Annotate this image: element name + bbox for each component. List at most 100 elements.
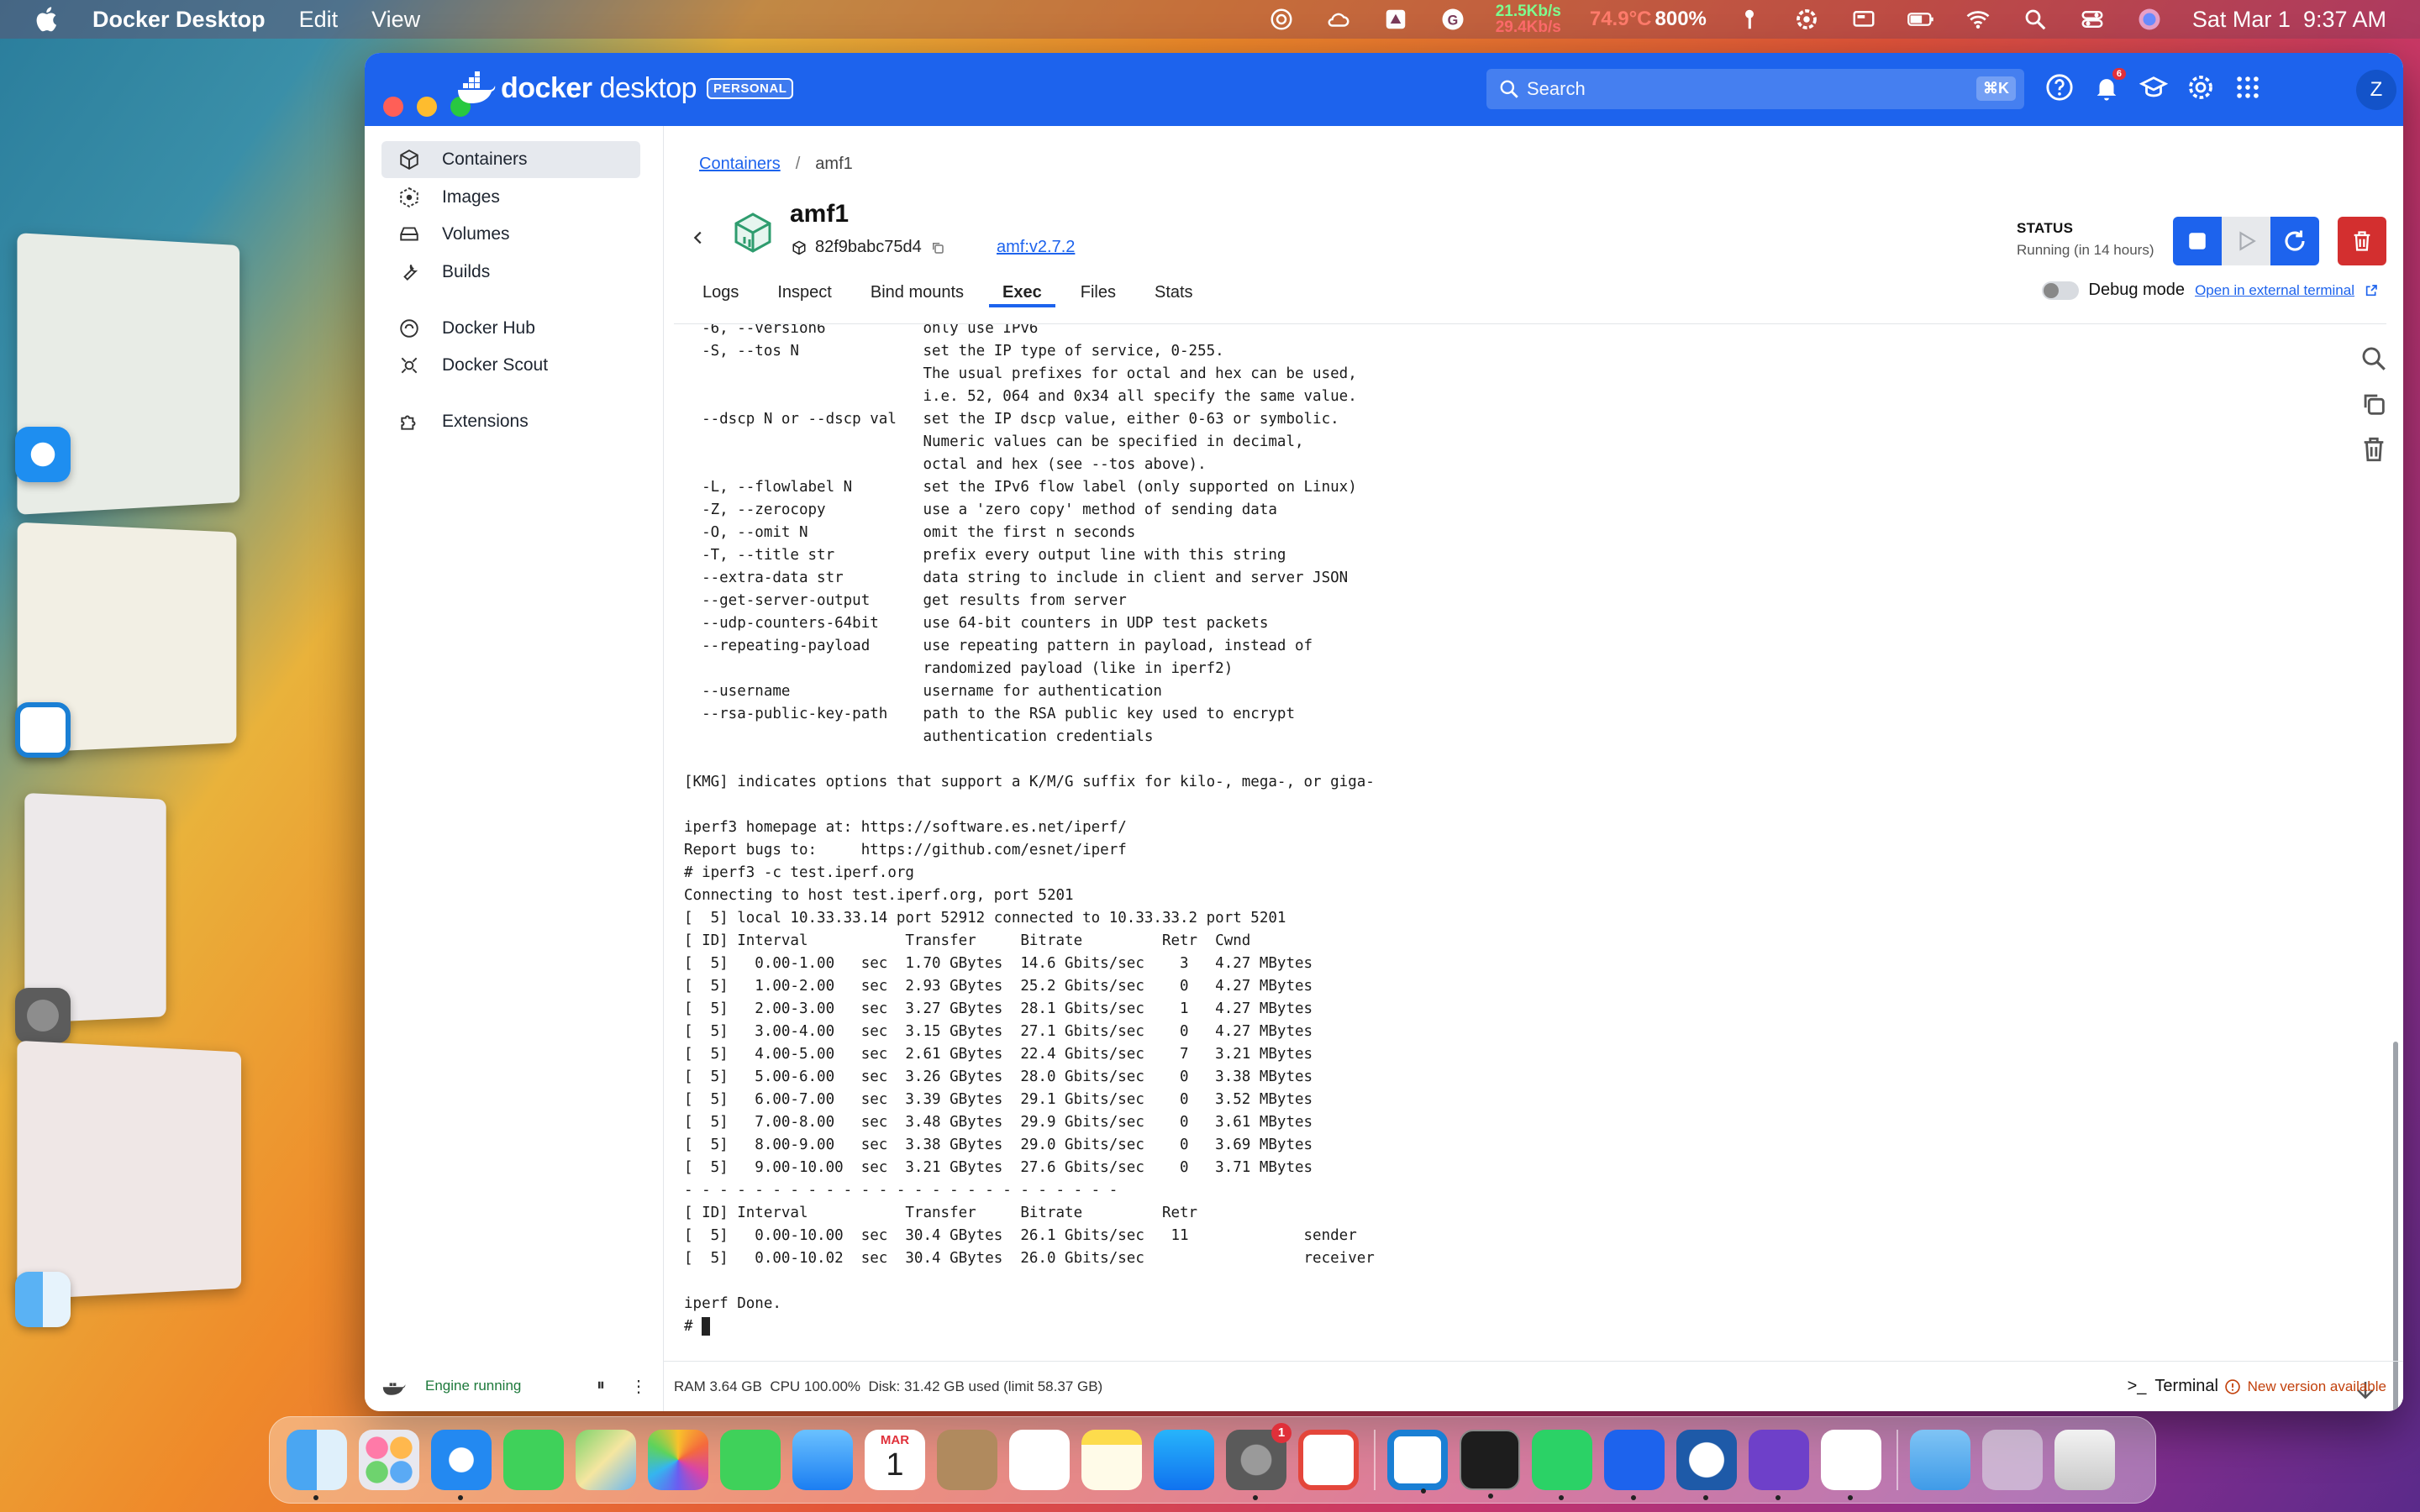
finder-icon[interactable]: [287, 1430, 347, 1490]
control-center-icon[interactable]: [2078, 7, 2107, 32]
terminal-button[interactable]: >_ Terminal: [2128, 1377, 2218, 1396]
terminal-line: octal and hex (see --tos above).: [684, 456, 1207, 473]
github-desktop-icon[interactable]: [1749, 1430, 1809, 1490]
stage-thumbnail-finder[interactable]: [17, 1041, 241, 1300]
clear-terminal-icon[interactable]: [2360, 435, 2388, 464]
back-chevron-icon[interactable]: [689, 228, 708, 247]
search-shortcut: ⌘K: [1976, 76, 2016, 101]
docker-dock-icon[interactable]: [1604, 1430, 1665, 1490]
sidebar-item-images[interactable]: Images: [381, 179, 640, 216]
system-settings-dock-icon[interactable]: 1: [1226, 1430, 1286, 1490]
wifi-icon[interactable]: [1964, 7, 1992, 32]
close-window-button[interactable]: [383, 97, 403, 117]
apps-grid-icon[interactable]: [2233, 73, 2262, 102]
tab-exec[interactable]: Exec: [989, 277, 1055, 307]
pause-engine-button[interactable]: ⏸: [597, 1376, 605, 1397]
trash-dock-icon[interactable]: [2054, 1430, 2115, 1490]
safari-dock-icon[interactable]: [431, 1430, 492, 1490]
brand-name: docker desktop: [501, 72, 697, 105]
terminal-scrollbar[interactable]: [2393, 1042, 2398, 1411]
maps-icon[interactable]: [576, 1430, 636, 1490]
breadcrumb-containers-link[interactable]: Containers: [699, 155, 781, 173]
svg-text:G: G: [1447, 13, 1458, 28]
user-avatar[interactable]: Z: [2356, 70, 2396, 110]
start-button[interactable]: [2222, 217, 2270, 265]
menu-app-name[interactable]: Docker Desktop: [92, 7, 266, 33]
contacts-icon[interactable]: [937, 1430, 997, 1490]
restart-button[interactable]: [2270, 217, 2319, 265]
chatgpt-icon[interactable]: [1267, 7, 1296, 32]
plan-badge: PERSONAL: [707, 78, 793, 99]
key-icon[interactable]: [1735, 7, 1764, 32]
gear-status-icon[interactable]: [1792, 7, 1821, 32]
net-up: 21.5Kb/s: [1496, 3, 1561, 19]
open-external-terminal-link[interactable]: Open in external terminal: [2195, 282, 2354, 299]
settings-icon[interactable]: [2186, 73, 2215, 102]
wireshark-icon[interactable]: [1676, 1430, 1737, 1490]
cloud-alert-icon[interactable]: [1324, 7, 1353, 32]
drive-icon[interactable]: [1381, 7, 1410, 32]
tab-inspect[interactable]: Inspect: [764, 277, 844, 307]
title-bar: docker desktop PERSONAL Search ⌘K 6 Z: [365, 53, 2403, 126]
battery-icon[interactable]: [1907, 7, 1935, 32]
date-time[interactable]: Sat Mar 1 9:37 AM: [2192, 7, 2386, 33]
container-tabs: Logs Inspect Bind mounts Exec Files Stat…: [689, 277, 1218, 307]
calendar-icon[interactable]: MAR 1: [865, 1430, 925, 1490]
external-link-icon[interactable]: [2365, 284, 2378, 297]
wrench-icon: [398, 261, 420, 283]
facetime-icon[interactable]: [720, 1430, 781, 1490]
menu-edit[interactable]: Edit: [299, 7, 339, 33]
breadcrumb: Containers / amf1: [699, 155, 853, 174]
new-version-notice[interactable]: New version available: [2224, 1378, 2386, 1395]
stop-button[interactable]: [2173, 217, 2222, 265]
sidebar-item-extensions[interactable]: Extensions: [381, 403, 640, 440]
exec-terminal[interactable]: -6, --version6 only use IPv6 -S, --tos N…: [674, 323, 2386, 1359]
launchpad-icon[interactable]: [359, 1430, 419, 1490]
minimize-window-button[interactable]: [417, 97, 437, 117]
vscode-dock-icon[interactable]: [1387, 1430, 1448, 1490]
downloads-folder-icon[interactable]: [1910, 1430, 1970, 1490]
unknown-app-icon[interactable]: [1982, 1430, 2043, 1490]
app-store-icon[interactable]: [1154, 1430, 1214, 1490]
tab-logs[interactable]: Logs: [689, 277, 752, 307]
terminal-line: [ 5] 8.00-9.00 sec 3.38 GBytes 29.0 Gbit…: [684, 1137, 1313, 1153]
delete-button[interactable]: [2338, 217, 2386, 265]
grammarly-icon[interactable]: G: [1439, 7, 1467, 32]
photos-icon[interactable]: [648, 1430, 708, 1490]
container-detail: Containers / amf1 amf1 82f9babc75d4 amf:v2…: [664, 126, 2403, 1411]
search-terminal-icon[interactable]: [2360, 344, 2388, 373]
messages-icon[interactable]: [503, 1430, 564, 1490]
help-icon[interactable]: [2045, 73, 2074, 102]
sidebar-item-docker-scout[interactable]: Docker Scout: [381, 347, 640, 384]
engine-more-icon[interactable]: ⋮: [630, 1376, 647, 1397]
reminders-icon[interactable]: [1009, 1430, 1070, 1490]
search-input[interactable]: Search ⌘K: [1486, 69, 2024, 109]
mail-icon[interactable]: [792, 1430, 853, 1490]
terminal-line: --udp-counters-64bit use 64-bit counters…: [684, 615, 1268, 632]
copy-icon[interactable]: [930, 240, 945, 255]
learning-center-icon[interactable]: [2139, 73, 2168, 102]
running-indicator: [1488, 1494, 1493, 1499]
sidebar-item-containers[interactable]: Containers: [381, 141, 640, 178]
tab-bind-mounts[interactable]: Bind mounts: [857, 277, 977, 307]
whatsapp-icon[interactable]: [1532, 1430, 1592, 1490]
debug-mode-toggle[interactable]: [2042, 281, 2079, 300]
siri-icon[interactable]: [2135, 7, 2164, 32]
terminal-line: [ 5] 0.00-1.00 sec 1.70 GBytes 14.6 Gbit…: [684, 955, 1313, 972]
gmail-icon[interactable]: [1298, 1430, 1359, 1490]
sidebar-item-docker-hub[interactable]: Docker Hub: [381, 310, 640, 347]
menu-view[interactable]: View: [371, 7, 420, 33]
terminal-icon[interactable]: [1460, 1430, 1520, 1490]
tab-files[interactable]: Files: [1067, 277, 1129, 307]
spotlight-icon[interactable]: [2021, 7, 2049, 32]
sidebar-item-builds[interactable]: Builds: [381, 254, 640, 291]
notifications-button[interactable]: 6: [2092, 73, 2121, 102]
display-icon[interactable]: [1849, 7, 1878, 32]
container-image-link[interactable]: amf:v2.7.2: [997, 238, 1075, 257]
chatgpt-dock-icon[interactable]: [1821, 1430, 1881, 1490]
notes-icon[interactable]: [1081, 1430, 1142, 1490]
sidebar-item-volumes[interactable]: Volumes: [381, 216, 640, 253]
apple-icon[interactable]: [34, 5, 62, 34]
copy-terminal-icon[interactable]: [2360, 390, 2388, 418]
tab-stats[interactable]: Stats: [1141, 277, 1207, 307]
